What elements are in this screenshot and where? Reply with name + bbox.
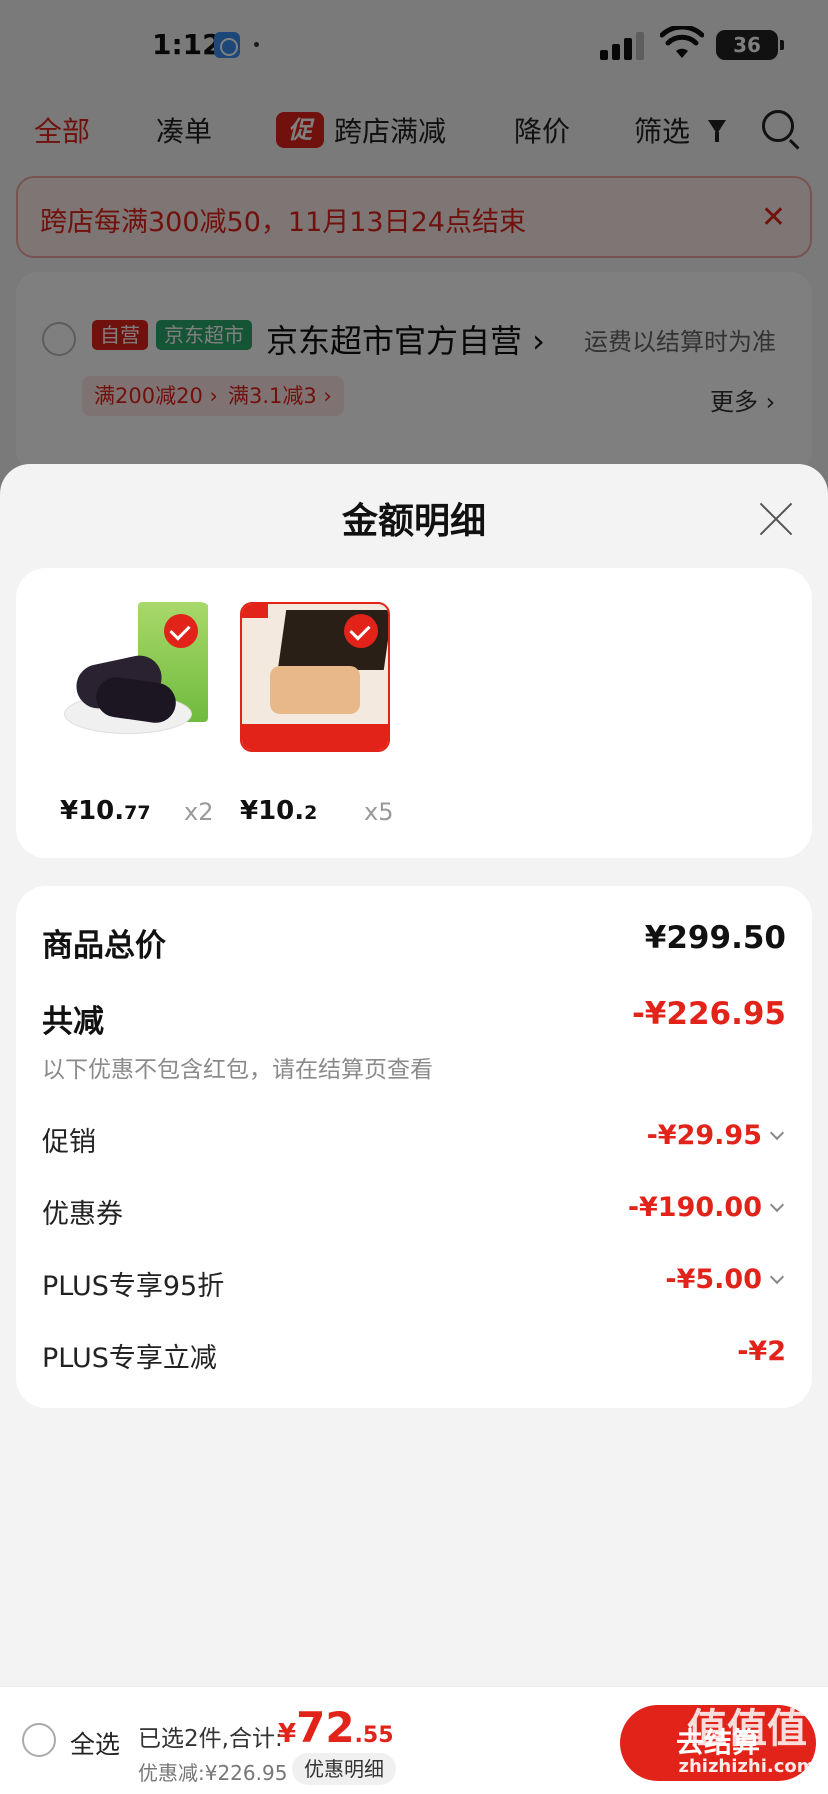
product-quantity: x5 bbox=[364, 798, 394, 826]
product-price: ¥10.77 bbox=[60, 796, 151, 826]
total-price-label: 商品总价 bbox=[42, 928, 166, 964]
promotion-label: 促销 bbox=[42, 1127, 96, 1158]
coupon-value[interactable]: -¥190.00 bbox=[628, 1192, 762, 1223]
coupon-label: 优惠券 bbox=[42, 1199, 123, 1230]
watermark: 值值值 zhizhizhi.com bbox=[672, 1704, 822, 1790]
sheet-title: 金额明细 bbox=[341, 501, 486, 542]
cart-total-price: ¥72.55 bbox=[278, 1703, 394, 1752]
product-banner bbox=[242, 724, 388, 750]
plus-discount-value[interactable]: -¥5.00 bbox=[665, 1264, 762, 1295]
promotion-value[interactable]: -¥29.95 bbox=[647, 1120, 762, 1151]
discount-note: 以下优惠不包含红包，请在结算页查看 bbox=[42, 1057, 433, 1083]
product-price: ¥10.2 bbox=[240, 796, 318, 826]
plus-discount-label: PLUS专享95折 bbox=[42, 1271, 225, 1302]
chevron-down-icon[interactable] bbox=[769, 1197, 785, 1213]
select-all-label[interactable]: 全选 bbox=[70, 1725, 120, 1761]
select-all-radio[interactable] bbox=[22, 1723, 56, 1757]
product-quantity: x2 bbox=[184, 798, 214, 826]
product-meat bbox=[270, 666, 360, 714]
amount-detail-sheet: 金额明细 ¥10.77 x2 ¥10.2 x5 商品总价 ¥299.50 共减 … bbox=[0, 464, 828, 1794]
plus-instant-value: -¥2 bbox=[737, 1336, 786, 1367]
checked-icon bbox=[164, 614, 198, 648]
discount-total-value: -¥226.95 bbox=[631, 996, 786, 1032]
brand-logo bbox=[242, 604, 268, 618]
plus-instant-label: PLUS专享立减 bbox=[42, 1343, 217, 1374]
chevron-down-icon[interactable] bbox=[769, 1269, 785, 1285]
selected-products-card: ¥10.77 x2 ¥10.2 x5 bbox=[16, 568, 812, 858]
saved-amount: 优惠减:¥226.95 bbox=[138, 1761, 288, 1785]
close-icon[interactable] bbox=[756, 500, 796, 540]
discount-detail-button[interactable]: 优惠明细 bbox=[292, 1753, 396, 1785]
chevron-down-icon[interactable] bbox=[769, 1125, 785, 1141]
watermark-url: zhizhizhi.com bbox=[678, 1756, 816, 1777]
discount-total-label: 共减 bbox=[42, 1004, 104, 1040]
selected-count: 已选2件,合计: bbox=[138, 1726, 283, 1752]
price-breakdown-card: 商品总价 ¥299.50 共减 -¥226.95 以下优惠不包含红包，请在结算页… bbox=[16, 886, 812, 1408]
total-price-value: ¥299.50 bbox=[644, 920, 786, 956]
checked-icon bbox=[344, 614, 378, 648]
watermark-text: 值值值 bbox=[687, 1706, 807, 1752]
